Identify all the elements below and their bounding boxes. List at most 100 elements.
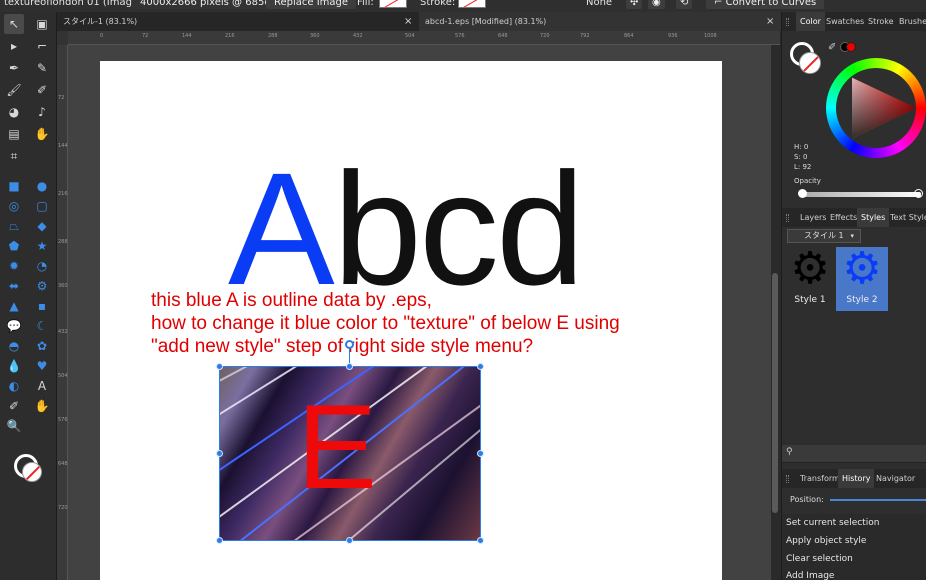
ellipse-tool-icon[interactable]: ●	[32, 176, 52, 196]
style-category-dropdown[interactable]: スタイル 1 ▾	[787, 229, 861, 243]
flip-icon[interactable]: ⟲	[676, 0, 693, 9]
blue-letter-a[interactable]: A	[228, 149, 335, 309]
canvas-area[interactable]: A bcd this blue A is outline data by .ep…	[68, 45, 771, 580]
double-arrow-tool-icon[interactable]: ⬌	[4, 276, 24, 296]
tab-styles[interactable]: Styles	[857, 208, 890, 227]
tab-color[interactable]: Color	[796, 12, 825, 31]
rectangle-tool-icon[interactable]: ■	[4, 176, 24, 196]
recent-color-red[interactable]	[846, 42, 856, 52]
eyedropper-icon[interactable]: ✐	[828, 42, 836, 53]
styles-search-input[interactable]: ⚲	[782, 445, 926, 463]
view-hand-icon[interactable]: ✋	[32, 124, 52, 144]
history-item[interactable]: Apply object style	[786, 536, 866, 546]
burst-tool-icon[interactable]: ✹	[4, 256, 24, 276]
ruler-tick: 504	[58, 373, 68, 379]
panel-grip[interactable]	[786, 214, 789, 222]
opacity-end-handle[interactable]	[914, 189, 923, 198]
stroke-swatch[interactable]	[458, 0, 486, 8]
pen-tool-icon[interactable]: ✒	[4, 58, 24, 78]
resize-handle[interactable]	[477, 537, 484, 544]
pie-tool-icon[interactable]: ◔	[32, 256, 52, 276]
star-tool-icon[interactable]: ★	[32, 236, 52, 256]
artboard[interactable]: A bcd this blue A is outline data by .ep…	[100, 61, 722, 580]
trapezoid-tool-icon[interactable]: ⏢	[4, 216, 24, 236]
artboard-tool-icon[interactable]: ▣	[32, 14, 52, 34]
resize-handle[interactable]	[216, 363, 223, 370]
pencil-tool-icon[interactable]: ✎	[32, 58, 52, 78]
text-tool-icon[interactable]: A	[32, 376, 52, 396]
panel-grip[interactable]	[786, 475, 789, 483]
resize-handle[interactable]	[477, 363, 484, 370]
segment-tool-icon[interactable]: ◓	[4, 336, 24, 356]
callout-tool-icon[interactable]: 💬	[4, 316, 24, 336]
snap-icon[interactable]: ✣	[626, 0, 643, 9]
letters-bcd[interactable]: bcd	[333, 149, 585, 309]
color-triangle[interactable]	[852, 77, 916, 139]
crop-tool-icon[interactable]: ⌗	[4, 146, 24, 166]
tab-swatches[interactable]: Swatches	[822, 12, 868, 31]
color-fill-stroke[interactable]	[790, 42, 824, 76]
cat-tool-icon[interactable]: ◐	[4, 376, 24, 396]
scrollbar-thumb[interactable]	[772, 273, 778, 513]
cog-tool-icon[interactable]: ⚙	[32, 276, 52, 296]
color-picker-icon[interactable]: ◕	[4, 102, 24, 122]
donut-tool-icon[interactable]: ◎	[4, 196, 24, 216]
close-icon[interactable]: ×	[404, 12, 412, 31]
cloud-tool-icon[interactable]: ✿	[32, 336, 52, 356]
history-position-slider[interactable]	[830, 499, 926, 501]
tab-navigator[interactable]: Navigator	[872, 469, 919, 488]
stroke-width-value[interactable]: None	[586, 0, 612, 10]
rounded-rect-tool-icon[interactable]: ▢	[32, 196, 52, 216]
hand-tool-icon[interactable]: ✋	[32, 396, 52, 416]
fill-stroke-selector[interactable]	[12, 452, 44, 484]
tab-style-1[interactable]: スタイル-1 (83.1%)	[57, 12, 411, 31]
tab-effects[interactable]: Effects	[826, 208, 861, 227]
style-1-tile[interactable]: ⚙ Style 1	[784, 247, 836, 311]
heart-tool-icon[interactable]: ♥	[32, 356, 52, 376]
horizontal-ruler[interactable]: 0 72 144 216 288 360 432 504 576 648 720…	[68, 31, 780, 45]
tab-text-styles[interactable]: Text Styles	[886, 208, 926, 227]
polygon-tool-icon[interactable]: ⬟	[4, 236, 24, 256]
resize-handle[interactable]	[216, 537, 223, 544]
opacity-slider[interactable]	[801, 192, 921, 197]
panel-grip[interactable]	[786, 18, 789, 26]
transparency-tool-icon[interactable]: ♪	[32, 102, 52, 122]
tear-tool-icon[interactable]: 💧	[4, 356, 24, 376]
resize-handle[interactable]	[477, 450, 484, 457]
triangle-tool-icon[interactable]: ▲	[4, 296, 24, 316]
red-letter-e[interactable]: E	[297, 387, 377, 507]
fill-tool-icon[interactable]: ✐	[32, 80, 52, 100]
convert-to-curves-button[interactable]: ⌐ Convert to Curves	[706, 0, 825, 9]
opacity-handle[interactable]	[798, 189, 807, 198]
eye-icon[interactable]: ◉	[648, 0, 665, 9]
place-image-icon[interactable]: ▤	[4, 124, 24, 144]
tab-history[interactable]: History	[838, 469, 875, 488]
move-tool-icon[interactable]: ↖	[4, 14, 24, 34]
tab-abcd-eps[interactable]: abcd-1.eps [Modified] (83.1%)	[419, 12, 781, 31]
style-2-tile[interactable]: ⚙ Style 2	[836, 247, 888, 311]
brush-tool-icon[interactable]: 🖌	[4, 80, 24, 100]
square-tool-icon[interactable]: ▪	[32, 296, 52, 316]
close-icon[interactable]: ×	[766, 12, 774, 31]
replace-image-button[interactable]: Replace Image	[266, 0, 357, 9]
history-item[interactable]: Add Image	[786, 571, 834, 580]
eyedropper-tool-icon[interactable]: ✐	[4, 396, 24, 416]
tab-brushes[interactable]: Brushes	[895, 12, 926, 31]
fill-swatch[interactable]	[379, 0, 407, 8]
color-wheel[interactable]	[826, 58, 926, 158]
tab-stroke[interactable]: Stroke	[864, 12, 898, 31]
resize-handle[interactable]	[346, 537, 353, 544]
vertical-scrollbar[interactable]	[771, 45, 780, 580]
history-item[interactable]: Set current selection	[786, 518, 879, 528]
node-tool-icon[interactable]: ▸	[4, 36, 24, 56]
zoom-tool-icon[interactable]: 🔍	[4, 416, 24, 436]
diamond-tool-icon[interactable]: ◆	[32, 216, 52, 236]
corner-tool-icon[interactable]: ⌐	[32, 36, 52, 56]
history-item[interactable]: Clear selection	[786, 554, 853, 564]
moon-tool-icon[interactable]: ☾	[32, 316, 52, 336]
resize-handle[interactable]	[346, 363, 353, 370]
vertical-ruler[interactable]: 72 144 216 288 360 432 504 576 648 720	[57, 45, 68, 580]
rotation-handle[interactable]	[345, 340, 354, 349]
resize-handle[interactable]	[216, 450, 223, 457]
tab-transform[interactable]: Transform	[796, 469, 844, 488]
